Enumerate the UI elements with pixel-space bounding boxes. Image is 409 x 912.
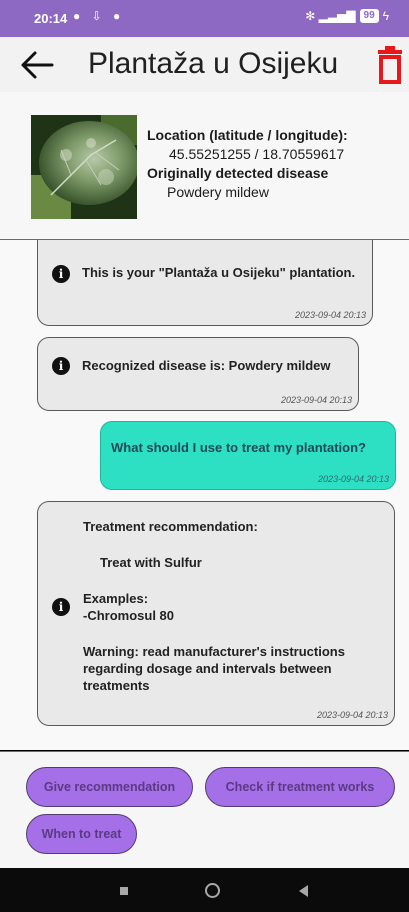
plantation-info-card: Location (latitude / longitude): 45.5525… — [0, 92, 409, 239]
message-text: What should I use to treat my plantation… — [111, 440, 366, 455]
disease-value: Powdery mildew — [167, 184, 269, 200]
battery-icon: 99 — [359, 9, 379, 23]
plantation-photo — [31, 115, 137, 219]
system-nav-bar — [0, 868, 409, 912]
chat-message-user: What should I use to treat my plantation… — [100, 421, 396, 490]
check-treatment-button[interactable]: Check if treatment works — [205, 767, 395, 807]
info-icon: i — [52, 357, 70, 375]
system-icons: ✻ ▂▃▅▇ 99 ϟ — [305, 9, 389, 23]
message-text: This is your "Plantaža u Osijeku" planta… — [82, 265, 356, 280]
info-icon: i — [52, 265, 70, 283]
status-time: 20:14 — [34, 11, 68, 26]
home-icon[interactable] — [205, 883, 220, 898]
location-label: Location (latitude / longitude): — [147, 127, 348, 143]
treatment-substance: Treat with Sulfur — [100, 555, 202, 570]
treatment-heading: Treatment recommendation: — [83, 519, 258, 534]
examples-label: Examples: — [83, 591, 149, 606]
message-text: Recognized disease is: Powdery mildew — [82, 358, 331, 373]
example-product: -Chromosul 80 — [83, 608, 175, 623]
back-arrow-icon[interactable] — [18, 49, 54, 81]
info-icon: i — [52, 598, 70, 616]
action-buttons: Give recommendation Check if treatment w… — [0, 752, 409, 868]
status-bar: 20:14 ● ⇩ ● ✻ ▂▃▅▇ 99 ϟ — [0, 0, 409, 37]
signal-icon: ✻ ▂▃▅▇ — [305, 9, 356, 23]
chat-message-bot: i Treatment recommendation: Treat with S… — [37, 501, 395, 726]
app-bar: Plantaža u Osijeku — [0, 37, 409, 92]
trash-icon[interactable] — [375, 46, 405, 86]
chat-message-bot: i This is your "Plantaža u Osijeku" plan… — [37, 240, 373, 326]
page-title: Plantaža u Osijeku — [88, 47, 339, 80]
disease-label: Originally detected disease — [147, 165, 329, 181]
message-timestamp: 2023-09-04 20:13 — [317, 474, 389, 484]
when-to-treat-button[interactable]: When to treat — [26, 814, 137, 854]
give-recommendation-button[interactable]: Give recommendation — [26, 767, 193, 807]
location-value: 45.55251255 / 18.70559617 — [169, 146, 345, 162]
warning-text: Warning: read manufacturer's instruction… — [83, 644, 345, 693]
chat-message-bot: i Recognized disease is: Powdery mildew … — [37, 337, 359, 411]
message-timestamp: 2023-09-04 20:13 — [316, 710, 388, 720]
chat-list[interactable]: i This is your "Plantaža u Osijeku" plan… — [0, 240, 409, 750]
notification-icons: ● ⇩ ● — [73, 9, 125, 23]
plantation-details: Location (latitude / longitude): 45.5525… — [147, 126, 409, 202]
nav-back-icon[interactable] — [299, 885, 308, 897]
recents-icon[interactable] — [120, 887, 128, 895]
message-timestamp: 2023-09-04 20:13 — [294, 310, 366, 320]
message-timestamp: 2023-09-04 20:13 — [280, 395, 352, 405]
charging-icon: ϟ — [382, 9, 389, 23]
